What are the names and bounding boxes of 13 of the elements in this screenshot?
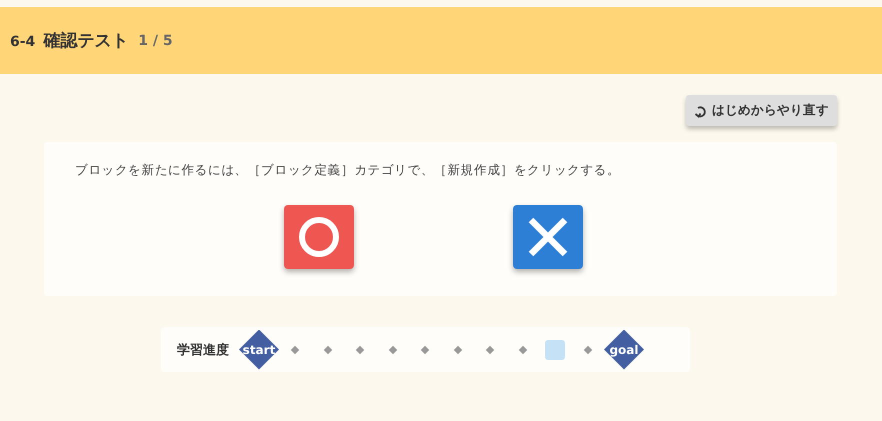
restart-button[interactable]: はじめからやり直す: [686, 95, 837, 126]
cross-icon: [526, 215, 570, 259]
cross-answer-button[interactable]: [513, 205, 583, 269]
start-marker: start: [239, 330, 279, 370]
goal-marker: goal: [604, 330, 644, 370]
progress-label: 学習進度: [177, 342, 229, 358]
question-counter: 1 / 5: [138, 32, 173, 48]
page-title: 確認テスト: [43, 30, 128, 52]
restart-icon: [694, 104, 708, 118]
circle-icon: [297, 215, 341, 259]
section-number: 6-4: [10, 34, 36, 50]
circle-answer-button[interactable]: [284, 205, 354, 269]
question-text: ブロックを新たに作るには、［ブロック定義］カテゴリで、［新規作成］をクリックする。: [75, 162, 622, 179]
